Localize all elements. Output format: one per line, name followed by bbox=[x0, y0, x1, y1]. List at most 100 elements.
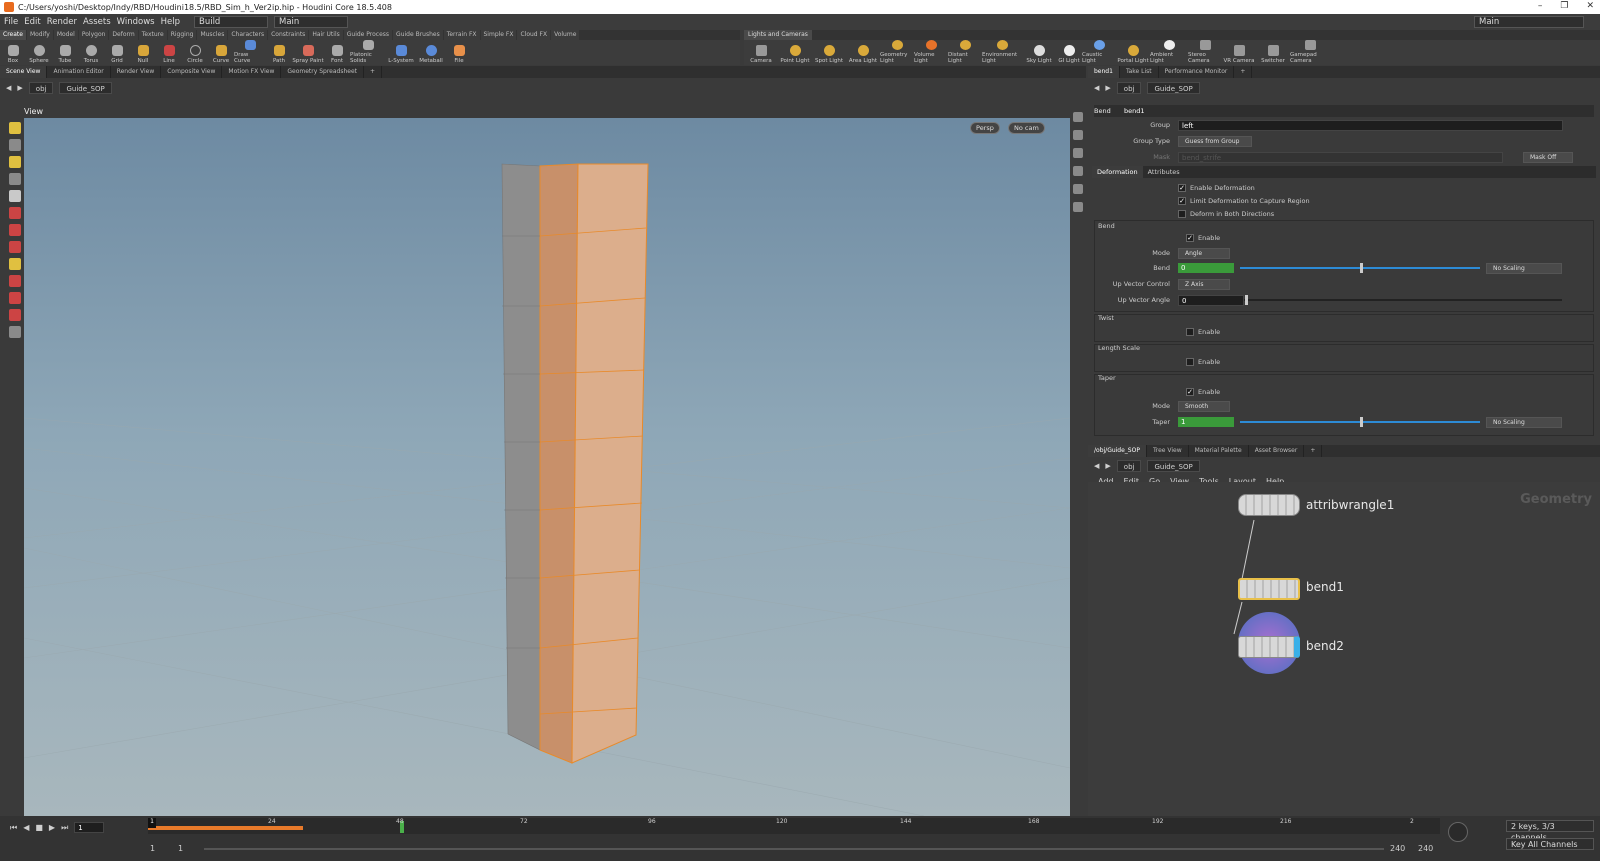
shelf-tab[interactable]: Create bbox=[0, 30, 26, 40]
tool-switcher[interactable]: Switcher bbox=[1256, 40, 1290, 65]
network-editor[interactable]: Geometry attribwrangle1 bend1 bend2 bbox=[1088, 482, 1600, 816]
up-vector-angle-slider[interactable] bbox=[1244, 295, 1562, 305]
shelf-tab[interactable]: Texture bbox=[138, 30, 167, 40]
tool-torus[interactable]: Torus bbox=[78, 40, 104, 65]
shelf-tab[interactable]: Polygon bbox=[78, 30, 109, 40]
mask-off-dropdown[interactable]: Mask Off bbox=[1523, 151, 1573, 163]
tool-volume-light[interactable]: Volume Light bbox=[914, 40, 948, 65]
back-arrow-icon[interactable]: ◀ bbox=[1094, 84, 1099, 92]
menu-file[interactable]: File bbox=[4, 17, 18, 27]
bend-scaling-dropdown[interactable]: No Scaling bbox=[1486, 262, 1562, 274]
camera-button[interactable]: No cam bbox=[1008, 122, 1045, 134]
jump-end-icon[interactable]: ⏭ bbox=[61, 823, 68, 833]
play-icon[interactable]: ▶ bbox=[49, 823, 55, 832]
shelf-tab[interactable]: Constraints bbox=[268, 30, 309, 40]
tool-gi-light[interactable]: GI Light bbox=[1056, 40, 1082, 65]
up-vector-angle-field[interactable]: 0 bbox=[1178, 294, 1244, 306]
limit-deformation-checkbox[interactable]: ✓ bbox=[1178, 197, 1186, 205]
path-node[interactable]: Guide_SOP bbox=[59, 82, 112, 94]
tool-portal-light[interactable]: Portal Light bbox=[1116, 40, 1150, 65]
close-icon[interactable]: ✕ bbox=[1586, 1, 1594, 11]
add-tab-icon[interactable]: + bbox=[1234, 66, 1253, 78]
tab-motion-fx-view[interactable]: Motion FX View bbox=[222, 66, 282, 78]
tool-sphere[interactable]: Sphere bbox=[26, 40, 52, 65]
tab-composite-view[interactable]: Composite View bbox=[161, 66, 223, 78]
path-node[interactable]: Guide_SOP bbox=[1147, 460, 1200, 472]
twist-enable-checkbox[interactable] bbox=[1186, 328, 1194, 336]
enable-deformation-checkbox[interactable]: ✓ bbox=[1178, 184, 1186, 192]
tool-spot-light[interactable]: Spot Light bbox=[812, 40, 846, 65]
back-arrow-icon[interactable]: ◀ bbox=[6, 84, 11, 92]
column-front-right-face[interactable] bbox=[571, 163, 649, 764]
bend-mode-dropdown[interactable]: Angle bbox=[1178, 247, 1230, 259]
forward-arrow-icon[interactable]: ▶ bbox=[1105, 84, 1110, 92]
light-icon[interactable] bbox=[1073, 148, 1083, 158]
node-bend1[interactable] bbox=[1238, 578, 1300, 600]
tool-line[interactable]: Line bbox=[156, 40, 182, 65]
node-bend2[interactable] bbox=[1238, 636, 1300, 658]
tool-curve[interactable]: Curve bbox=[208, 40, 234, 65]
shelf-tab[interactable]: Guide Brushes bbox=[393, 30, 443, 40]
shelf-tab[interactable]: Deform bbox=[109, 30, 138, 40]
minimize-icon[interactable]: – bbox=[1538, 1, 1543, 11]
tab-scene-view[interactable]: Scene View bbox=[0, 66, 48, 78]
length-enable-checkbox[interactable] bbox=[1186, 358, 1194, 366]
menu-windows[interactable]: Windows bbox=[117, 17, 155, 27]
shelf-tab[interactable]: Simple FX bbox=[480, 30, 517, 40]
tool-lsystem[interactable]: L-System bbox=[386, 40, 416, 65]
range-slider[interactable] bbox=[204, 848, 1384, 850]
tool-camera[interactable]: Camera bbox=[744, 40, 778, 65]
tool-file[interactable]: File bbox=[446, 40, 472, 65]
taper-scaling-dropdown[interactable]: No Scaling bbox=[1486, 416, 1562, 428]
tool-geometry-light[interactable]: Geometry Light bbox=[880, 40, 914, 65]
path-obj[interactable]: obj bbox=[1116, 460, 1142, 472]
jump-start-icon[interactable]: ⏮ bbox=[10, 823, 17, 833]
tool-metaball[interactable]: Metaball bbox=[416, 40, 446, 65]
stop-icon[interactable]: ■ bbox=[35, 823, 43, 832]
tool-ambient-light[interactable]: Ambient Light bbox=[1150, 40, 1188, 65]
menu-render[interactable]: Render bbox=[47, 17, 77, 27]
tool-path[interactable]: Path bbox=[266, 40, 292, 65]
forward-arrow-icon[interactable]: ▶ bbox=[17, 84, 22, 92]
desktop-dropdown[interactable]: Build bbox=[193, 16, 268, 28]
shelf-tab[interactable]: Rigging bbox=[167, 30, 197, 40]
tool-gamepad-camera[interactable]: Gamepad Camera bbox=[1290, 40, 1330, 65]
column-side-face[interactable] bbox=[501, 163, 541, 751]
tool-null[interactable]: Null bbox=[130, 40, 156, 65]
up-vector-control-dropdown[interactable]: Z Axis bbox=[1178, 278, 1230, 290]
wireframe-icon[interactable] bbox=[1073, 184, 1083, 194]
shading-icon[interactable] bbox=[1073, 166, 1083, 176]
lock-camera-icon[interactable] bbox=[1073, 130, 1083, 140]
lock-tool-icon[interactable] bbox=[9, 190, 21, 202]
red-tool3-icon[interactable] bbox=[9, 241, 21, 253]
shelf-tab[interactable]: Modify bbox=[26, 30, 53, 40]
path-node[interactable]: Guide_SOP bbox=[1147, 82, 1200, 94]
path-obj[interactable]: obj bbox=[28, 82, 54, 94]
menu-edit[interactable]: Edit bbox=[24, 17, 40, 27]
shelf-tab[interactable]: Muscles bbox=[197, 30, 228, 40]
tool-stereo-camera[interactable]: Stereo Camera bbox=[1188, 40, 1222, 65]
taper-value-field[interactable]: 1 bbox=[1178, 417, 1234, 427]
node-name[interactable]: bend1 bbox=[1124, 107, 1145, 115]
tool-draw-curve[interactable]: Draw Curve bbox=[234, 40, 266, 65]
tab-animation-editor[interactable]: Animation Editor bbox=[47, 66, 111, 78]
step-back-icon[interactable]: ◀ bbox=[23, 823, 29, 832]
view-tool-icon[interactable] bbox=[9, 326, 21, 338]
playhead[interactable]: 1 bbox=[148, 818, 156, 828]
tab-bend1[interactable]: bend1 bbox=[1088, 66, 1120, 78]
select-tool-icon[interactable] bbox=[9, 122, 21, 134]
menu-assets[interactable]: Assets bbox=[83, 17, 111, 27]
restore-icon[interactable]: ❐ bbox=[1560, 1, 1568, 11]
tool-caustic-light[interactable]: Caustic Light bbox=[1082, 40, 1116, 65]
tool-distant-light[interactable]: Distant Light bbox=[948, 40, 982, 65]
current-frame-field[interactable]: 1 bbox=[74, 822, 105, 833]
taper-mode-dropdown[interactable]: Smooth bbox=[1178, 400, 1230, 412]
tool-area-light[interactable]: Area Light bbox=[846, 40, 880, 65]
handle-tool-icon[interactable] bbox=[9, 156, 21, 168]
menu-help[interactable]: Help bbox=[161, 17, 180, 27]
magnet-tool-icon[interactable] bbox=[9, 275, 21, 287]
back-arrow-icon[interactable]: ◀ bbox=[1094, 462, 1099, 470]
range-end[interactable]: 240 bbox=[1390, 844, 1405, 853]
bend-value-field[interactable]: 0 bbox=[1178, 263, 1234, 273]
path-obj[interactable]: obj bbox=[1116, 82, 1142, 94]
